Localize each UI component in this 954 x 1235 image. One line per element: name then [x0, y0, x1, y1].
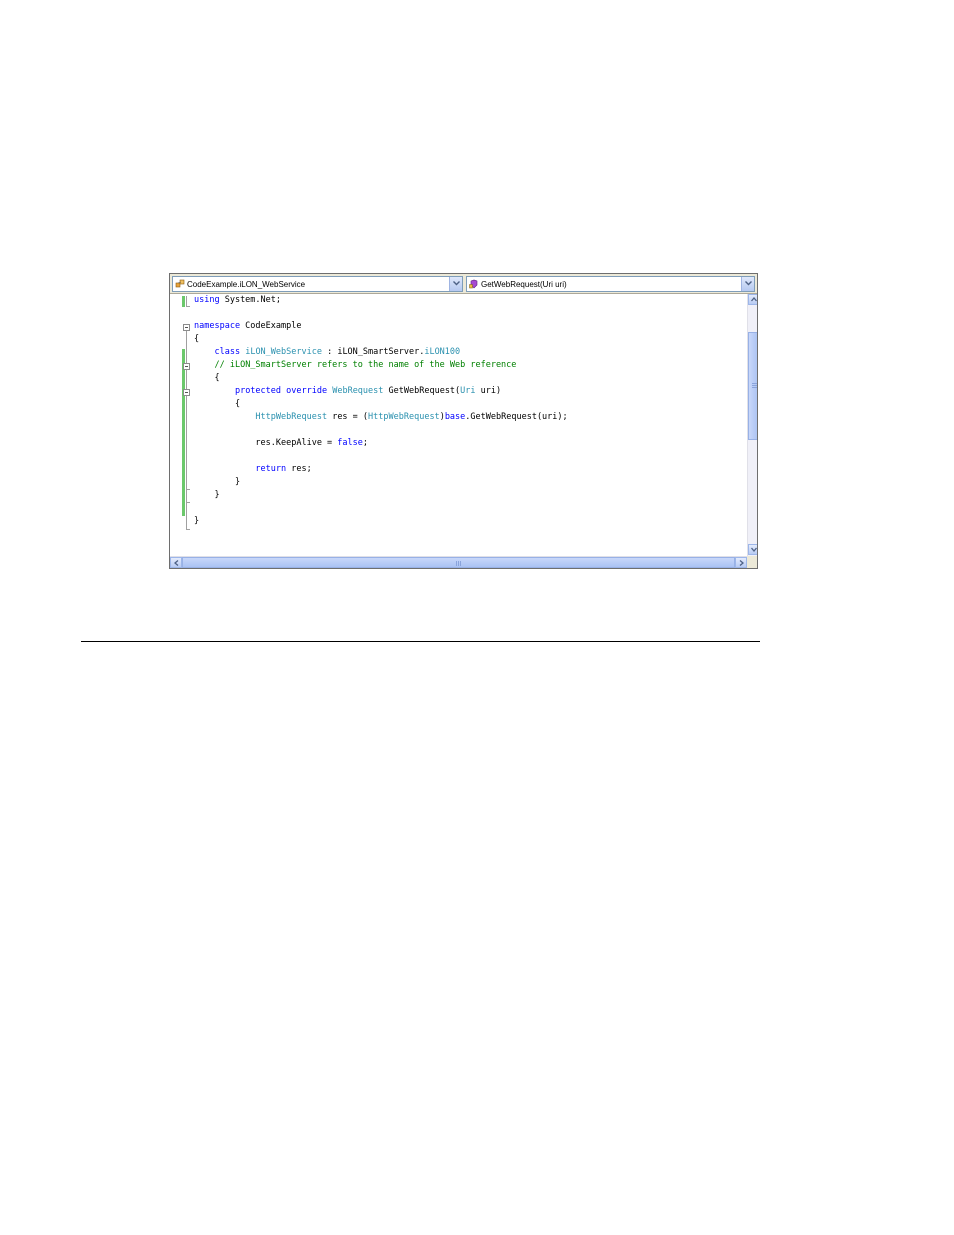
navigation-bar: CodeExample.iLON_WebService GetWebReques…	[170, 274, 757, 294]
code-token: override	[286, 386, 328, 396]
code-line: protected override WebRequest GetWebRequ…	[194, 385, 501, 398]
scroll-left-button[interactable]	[170, 557, 182, 568]
code-token: Uri	[460, 386, 476, 396]
code-line: return res;	[194, 463, 312, 476]
code-token: // iLON_SmartServer refers to the name o…	[214, 360, 517, 370]
fold-line	[186, 331, 187, 529]
grip-line	[458, 561, 459, 566]
fold-end-marker	[186, 529, 190, 530]
code-token: WebRequest	[332, 386, 384, 396]
chevron-down-icon[interactable]	[449, 277, 462, 291]
member-dropdown-value: GetWebRequest(Uri uri)	[481, 280, 567, 289]
code-token: HttpWebRequest	[255, 412, 328, 422]
code-line: {	[194, 372, 220, 385]
code-token: System.Net;	[219, 295, 282, 305]
code-token: GetWebRequest(	[383, 386, 461, 396]
member-dropdown[interactable]: GetWebRequest(Uri uri)	[466, 276, 755, 292]
type-dropdown[interactable]: CodeExample.iLON_WebService	[172, 276, 463, 292]
code-line: HttpWebRequest res = (HttpWebRequest)bas…	[194, 411, 568, 424]
fold-line	[186, 296, 187, 306]
code-line: }	[194, 489, 220, 502]
code-token: : iLON_SmartServer.	[321, 347, 425, 357]
code-token: protected	[234, 386, 282, 396]
collapse-class-icon[interactable]	[183, 363, 190, 370]
code-token: iLON_WebService	[245, 347, 322, 357]
grip-line	[456, 561, 457, 566]
editor-gutter	[170, 294, 194, 556]
method-icon	[469, 279, 479, 289]
code-token: using	[194, 295, 220, 305]
code-token: }	[194, 516, 200, 526]
code-token: class	[214, 347, 241, 357]
scroll-down-button[interactable]	[748, 544, 757, 555]
horizontal-rule	[81, 641, 760, 642]
collapse-method-icon[interactable]	[183, 389, 190, 396]
code-token: HttpWebRequest	[368, 412, 440, 422]
fold-end-marker	[186, 489, 190, 490]
code-token: iLON100	[424, 347, 461, 357]
scroll-up-button[interactable]	[748, 294, 757, 305]
changed-line-marker	[182, 296, 185, 307]
horizontal-scroll-thumb[interactable]	[182, 557, 735, 568]
chevron-down-icon[interactable]	[741, 277, 754, 291]
code-token: uri)	[475, 386, 502, 396]
vertical-scrollbar[interactable]	[747, 294, 757, 556]
code-token: base	[444, 412, 466, 422]
code-line: {	[194, 398, 240, 411]
vertical-scroll-thumb[interactable]	[748, 332, 757, 440]
code-area[interactable]: using System.Net; namespace CodeExample …	[194, 294, 747, 556]
scrollbar-corner	[747, 556, 757, 568]
code-token: {	[194, 373, 220, 383]
code-line: }	[194, 476, 240, 489]
code-line: namespace CodeExample	[194, 320, 301, 333]
changed-line-marker	[182, 349, 185, 516]
code-token: {	[194, 399, 241, 409]
code-token: return	[255, 464, 287, 474]
fold-end-marker	[186, 306, 190, 307]
code-line: }	[194, 515, 199, 528]
code-token: CodeExample	[240, 321, 302, 331]
grip-line	[752, 385, 757, 386]
horizontal-scrollbar[interactable]	[170, 556, 747, 568]
grip-line	[752, 387, 757, 388]
code-line: {	[194, 333, 199, 346]
code-line: // iLON_SmartServer refers to the name o…	[194, 359, 516, 372]
scroll-right-button[interactable]	[735, 557, 747, 568]
grip-line	[752, 383, 757, 384]
collapse-namespace-icon[interactable]	[183, 324, 190, 331]
code-token: }	[194, 490, 220, 500]
class-icon	[175, 279, 185, 289]
code-editor-window: CodeExample.iLON_WebService GetWebReques…	[169, 273, 758, 569]
code-token: res.KeepAlive =	[194, 438, 338, 448]
code-token: }	[194, 477, 241, 487]
code-token: ;	[362, 438, 369, 448]
fold-end-marker	[186, 502, 190, 503]
code-line: using System.Net;	[194, 294, 281, 307]
code-line: class iLON_WebService : iLON_SmartServer…	[194, 346, 460, 359]
code-token: {	[194, 334, 200, 344]
type-dropdown-value: CodeExample.iLON_WebService	[187, 280, 306, 289]
code-token: namespace	[194, 321, 241, 331]
code-token: false	[337, 438, 363, 448]
code-line: res.KeepAlive = false;	[194, 437, 368, 450]
code-token: res = (	[327, 412, 369, 422]
grip-line	[460, 561, 461, 566]
code-token: .GetWebRequest(uri);	[465, 412, 568, 422]
code-token: res;	[286, 464, 312, 474]
